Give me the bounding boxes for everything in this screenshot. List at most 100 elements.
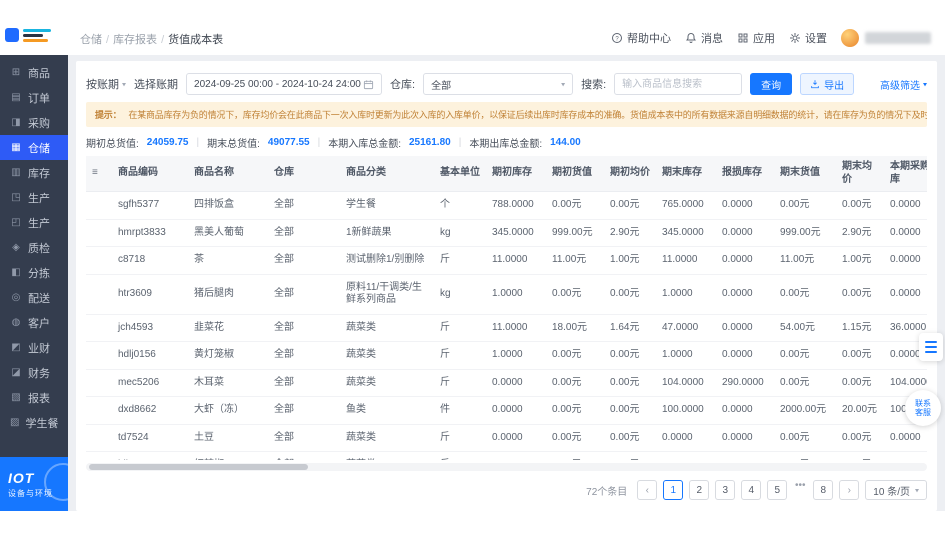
table-cell: 0.88元 xyxy=(774,451,836,460)
export-button[interactable]: 导出 xyxy=(800,73,855,95)
table-row[interactable]: htr3609 猪后腿肉 全部 原料11/干调类/生鲜系列商品 kg 1.0000 0.00… xyxy=(86,274,927,315)
user-menu[interactable] xyxy=(841,29,931,47)
table-cell: 全部 xyxy=(268,451,340,460)
column-header[interactable]: 商品名称 xyxy=(188,156,268,192)
date-range-input[interactable]: 2024-09-25 00:00 - 2024-10-24 24:00 xyxy=(186,73,383,95)
main-area: 仓储 库存报表 货值成本表 ? 帮助中心 消息 应用 xyxy=(68,15,945,511)
column-header[interactable]: 期初货值 xyxy=(546,156,604,192)
sidebar-item-8[interactable]: ◧ 分拣 xyxy=(0,260,68,285)
cost-table: ≡ 商品编码 商品名称 仓库 商品分类 基本单位 期初库存 期初货值 期初均价 期末库存 报损库存期… xyxy=(86,156,927,460)
sidebar-item-7[interactable]: ◈ 质检 xyxy=(0,235,68,260)
breadcrumb-warehouse[interactable]: 仓储 xyxy=(80,31,109,47)
query-button[interactable]: 查询 xyxy=(750,73,793,95)
service-panel-toggle[interactable] xyxy=(919,333,943,361)
table-cell: 土豆 xyxy=(188,424,268,452)
page-button-5[interactable]: 5 xyxy=(767,480,788,500)
page-button-2[interactable]: 2 xyxy=(689,480,710,500)
table-row[interactable]: hdlj0156 黄灯笼椒 全部 蔬菜类斤 1.0000 0.00元 0.00元 1.0000… xyxy=(86,341,927,370)
table-cell: 0.0000 xyxy=(884,246,927,275)
period-type-select[interactable]: 按账期 ▾ xyxy=(86,76,126,92)
download-icon xyxy=(811,80,819,89)
iot-footer[interactable]: IOT 设备与环境 xyxy=(0,457,68,511)
column-header[interactable]: 商品编码 xyxy=(112,156,188,192)
table-row[interactable]: c8718 茶全部 测试删除1/别删除斤 11.0000 11.00元 1.00元 11.0… xyxy=(86,246,927,275)
sidebar-item-1[interactable]: ▤ 订单 xyxy=(0,85,68,110)
column-header[interactable]: 期末库存 xyxy=(656,156,716,192)
column-header[interactable]: 期末均价 xyxy=(836,156,884,192)
table-cell: 四排饭盒 xyxy=(188,191,268,220)
sidebar-item-label: 仓储 xyxy=(28,142,50,155)
table-cell: 0.00元 xyxy=(774,424,836,452)
column-header[interactable]: 期末货值 xyxy=(774,156,836,192)
apps-button[interactable]: 应用 xyxy=(737,30,775,46)
table-cell: 999.00元 xyxy=(774,219,836,247)
sidebar-item-6[interactable]: ◰ 生产 xyxy=(0,210,68,235)
search-input[interactable] xyxy=(614,73,743,95)
page-buttons: 1 2 3 4 5 ••• 8 xyxy=(663,480,834,500)
table-row[interactable]: dxd8662 大虾（冻） 全部 鱼类件 0.0000 0.00元 0.00元 100.000… xyxy=(86,396,927,425)
table-row[interactable]: sgfh5377 四排饭盒 全部 学生餐个 788.0000 0.00元 0.00元 765.… xyxy=(86,191,927,220)
page-button-8[interactable]: 8 xyxy=(813,480,834,500)
table-scroll-area: ≡ 商品编码 商品名称 仓库 商品分类 基本单位 期初库存 期初货值 期初均价 期末库存 报损库存期… xyxy=(86,156,927,460)
period-label: 选择账期 xyxy=(134,79,179,91)
column-header[interactable]: 期初库存 xyxy=(486,156,546,192)
breadcrumb-inventory-report[interactable]: 库存报表 xyxy=(113,31,164,47)
messages-button[interactable]: 消息 xyxy=(685,30,723,46)
column-header[interactable]: 报损库存 xyxy=(716,156,774,192)
warehouse-select[interactable]: 全部 ▾ xyxy=(423,73,574,95)
contact-service-button[interactable]: 联系客服 xyxy=(905,390,941,426)
column-header[interactable]: 本期采购入库 xyxy=(884,156,927,192)
page-size-value: 10 条/页 xyxy=(873,486,910,498)
summary-value: 144.00 xyxy=(550,137,581,148)
sidebar-item-12[interactable]: ◪ 财务 xyxy=(0,360,68,385)
sidebar-item-11[interactable]: ◩ 业财 xyxy=(0,335,68,360)
help-center-button[interactable]: ? 帮助中心 xyxy=(611,30,671,46)
sidebar-item-label: 商品 xyxy=(28,67,50,80)
prev-page-button[interactable]: ‹ xyxy=(637,480,658,500)
table-row[interactable]: mec5206 木耳菜 全部 蔬菜类斤 0.0000 0.00元 0.00元 104.0000… xyxy=(86,369,927,397)
sidebar-item-0[interactable]: ⊞ 商品 xyxy=(0,60,68,85)
table-cell: 0.0000 xyxy=(716,341,774,370)
sidebar-item-14[interactable]: ▨ 学生餐 xyxy=(0,410,68,435)
column-header[interactable]: 仓库 xyxy=(268,156,340,192)
sidebar-item-2[interactable]: ◨ 采购 xyxy=(0,110,68,135)
page-size-select[interactable]: 10 条/页 ▾ xyxy=(865,480,927,500)
table-cell: 0.00元 xyxy=(604,341,656,370)
sidebar-item-10[interactable]: ◍ 客户 xyxy=(0,310,68,335)
table-cell: 11.0000 xyxy=(656,246,716,275)
svg-text:?: ? xyxy=(615,36,619,42)
row-leading-cell xyxy=(86,369,112,397)
summary-label: 本期出库总金额: xyxy=(469,139,543,150)
table-cell: 全部 xyxy=(268,396,340,425)
sidebar-item-3[interactable]: ▦ 仓储 xyxy=(0,135,68,160)
table-row[interactable]: td7524 土豆 全部 蔬菜类斤 0.0000 0.00元 0.00元 0.0000 0.00… xyxy=(86,424,927,452)
sidebar-item-9[interactable]: ◎ 配送 xyxy=(0,285,68,310)
logo-mark xyxy=(5,28,19,42)
table-cell: 0.17元 xyxy=(604,451,656,460)
column-settings-header[interactable]: ≡ xyxy=(86,156,112,192)
sidebar-item-13[interactable]: ▧ 报表 xyxy=(0,385,68,410)
table-cell: 1.0000 xyxy=(656,341,716,370)
chevron-down-icon: ▾ xyxy=(561,80,566,88)
table-cell: 1.15元 xyxy=(836,314,884,342)
table-row[interactable]: jch4593 韭菜花 全部 蔬菜类斤 11.0000 18.00元 1.64元 47.000… xyxy=(86,314,927,342)
column-header[interactable]: 商品分类 xyxy=(340,156,434,192)
sidebar-item-5[interactable]: ◳ 生产 xyxy=(0,185,68,210)
scrollbar-thumb[interactable] xyxy=(89,464,308,470)
horizontal-scrollbar[interactable] xyxy=(86,463,927,471)
column-header[interactable]: 基本单位 xyxy=(434,156,486,192)
table-cell: 100.0000 xyxy=(656,396,716,425)
table-row[interactable]: hmrpt3833 黑美人葡萄 全部 1新鲜蔬果 kg 345.0000 999.00元 2.… xyxy=(86,219,927,247)
sidebar-item-4[interactable]: ▥ 库存 xyxy=(0,160,68,185)
page-button-4[interactable]: 4 xyxy=(741,480,762,500)
settings-button[interactable]: 设置 xyxy=(789,30,827,46)
table-row[interactable]: hlj2665红辣椒全部蔬菜类斤5.16000.88元0.17元5.16000.… xyxy=(86,451,927,460)
row-leading-cell xyxy=(86,314,112,342)
page-button-1[interactable]: 1 xyxy=(663,480,684,500)
column-header[interactable]: 期初均价 xyxy=(604,156,656,192)
table-cell: 0.0000 xyxy=(884,274,927,315)
advanced-filter-toggle[interactable]: 高级筛选 ▾ xyxy=(880,77,927,91)
page-button-3[interactable]: 3 xyxy=(715,480,736,500)
table-cell: 2.90元 xyxy=(604,219,656,247)
next-page-button[interactable]: › xyxy=(839,480,860,500)
